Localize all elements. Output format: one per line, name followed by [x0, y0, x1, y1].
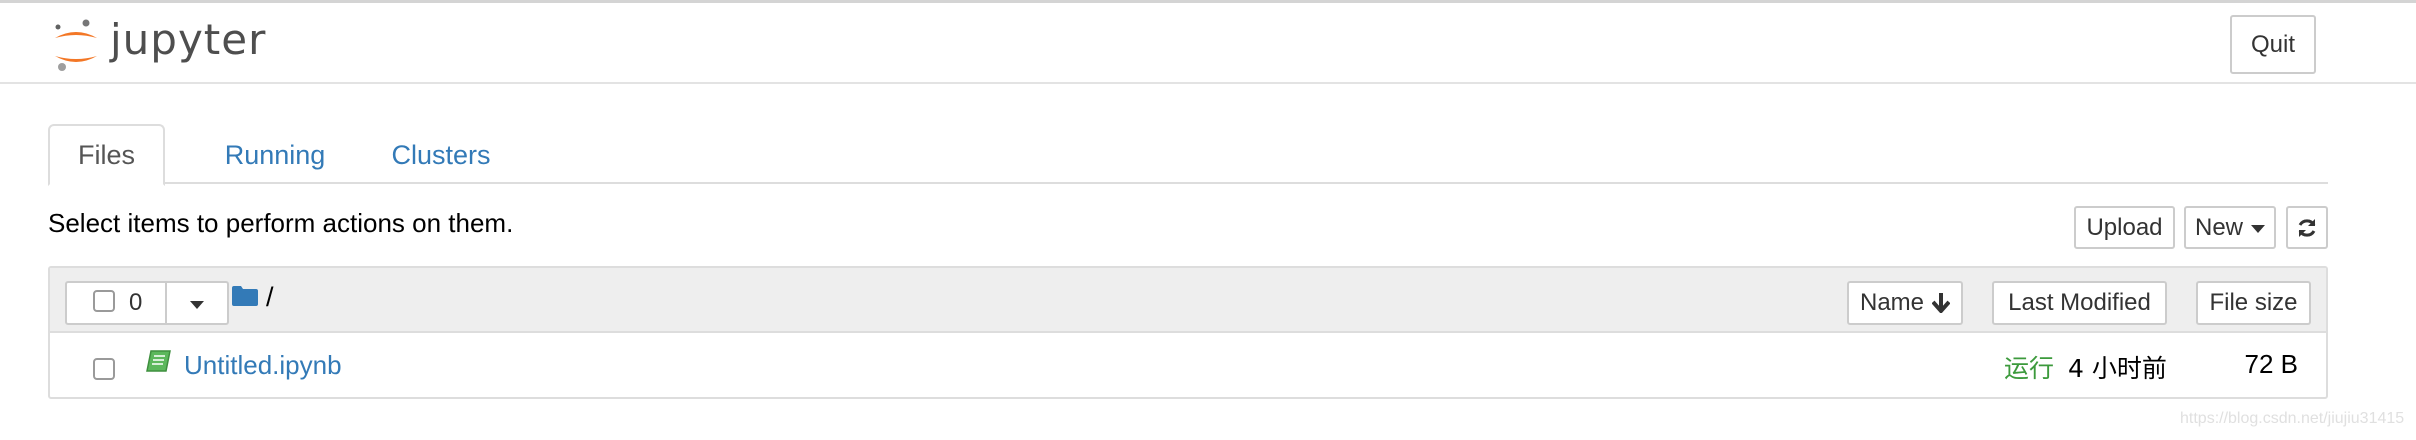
folder-icon[interactable]	[232, 286, 258, 306]
chevron-down-icon	[2251, 225, 2265, 233]
select-all-toggle[interactable]: 0	[67, 283, 167, 323]
jupyter-logo[interactable]: jupyter	[52, 14, 267, 75]
quit-button[interactable]: Quit	[2230, 15, 2316, 74]
tab-files[interactable]: Files	[48, 124, 165, 186]
sort-by-size-button[interactable]: File size	[2196, 281, 2311, 325]
file-row-checkbox[interactable]	[93, 358, 115, 380]
file-size: 72 B	[2244, 349, 2299, 379]
refresh-button[interactable]	[2286, 206, 2328, 249]
jupyter-logo-icon	[55, 19, 97, 71]
notebook-icon	[146, 350, 171, 372]
logo-text: jupyter	[110, 14, 267, 64]
select-all-checkbox[interactable]	[93, 290, 115, 312]
tab-running[interactable]: Running	[200, 124, 350, 186]
new-button[interactable]: New	[2184, 206, 2276, 249]
header: jupyter Quit	[0, 3, 2416, 84]
sort-by-name-button[interactable]: Name	[1847, 281, 1963, 325]
file-list-panel: 0 / Name Last Modified File size Untitle…	[48, 266, 2328, 399]
new-button-label: New	[2194, 213, 2243, 241]
selection-hint: Select items to perform actions on them.	[48, 208, 514, 238]
refresh-icon	[2298, 218, 2316, 237]
file-list-header: 0 / Name Last Modified File size	[50, 268, 2326, 333]
arrow-down-icon	[1932, 293, 1951, 313]
select-all-group: 0	[65, 281, 229, 325]
sort-by-modified-button[interactable]: Last Modified	[1992, 281, 2167, 325]
tab-bar: Files Running Clusters	[48, 124, 2328, 186]
last-modified: 4 小时前	[2068, 354, 2167, 383]
selected-count: 0	[129, 289, 143, 316]
sort-name-label: Name	[1859, 289, 1925, 316]
watermark: https://blog.csdn.net/jiujiu31415	[2180, 410, 2405, 427]
chevron-down-icon	[190, 300, 204, 309]
file-row[interactable]: Untitled.ipynb 运行 4 小时前 72 B	[50, 333, 2326, 397]
running-status: 运行	[2004, 354, 2055, 383]
tab-clusters[interactable]: Clusters	[366, 124, 516, 186]
upload-button[interactable]: Upload	[2074, 206, 2175, 249]
file-name-link[interactable]: Untitled.ipynb	[184, 350, 342, 381]
breadcrumb-root[interactable]: /	[266, 282, 274, 313]
select-menu-dropdown[interactable]	[167, 283, 227, 323]
